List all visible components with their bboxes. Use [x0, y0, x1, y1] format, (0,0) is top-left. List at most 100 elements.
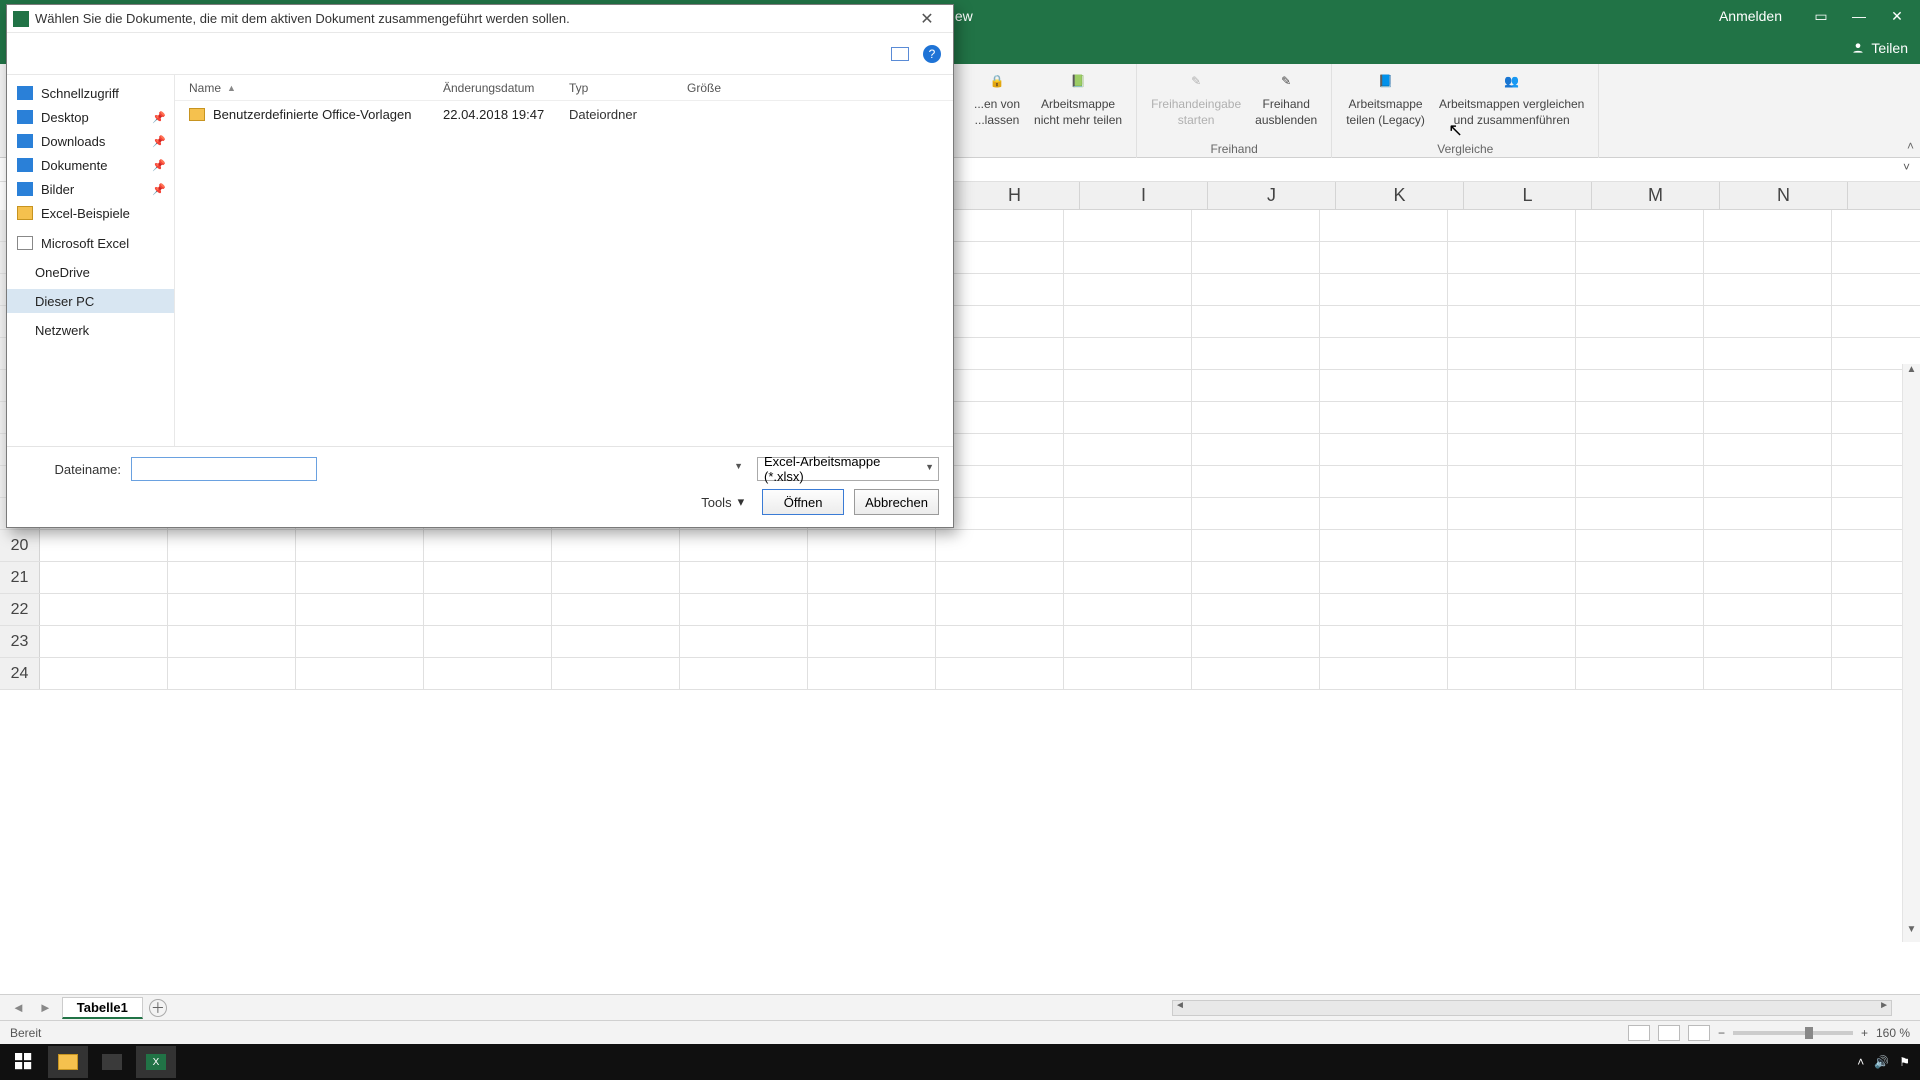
- cell[interactable]: [1192, 658, 1320, 689]
- nav-downloads[interactable]: Downloads 📌: [7, 129, 174, 153]
- cell[interactable]: [1576, 210, 1704, 241]
- cell[interactable]: [1320, 306, 1448, 337]
- tools-dropdown[interactable]: Tools ▾: [701, 494, 744, 510]
- column-header[interactable]: L: [1464, 182, 1592, 209]
- cell[interactable]: [424, 658, 552, 689]
- cell[interactable]: [936, 498, 1064, 529]
- signin-link[interactable]: Anmelden: [1719, 8, 1782, 24]
- tab-nav-next-icon[interactable]: ►: [35, 1000, 56, 1015]
- cell[interactable]: [296, 530, 424, 561]
- cell[interactable]: [1576, 658, 1704, 689]
- cell[interactable]: [1192, 562, 1320, 593]
- cell[interactable]: [1320, 626, 1448, 657]
- cell[interactable]: [296, 626, 424, 657]
- cell[interactable]: [1192, 274, 1320, 305]
- column-header[interactable]: I: [1080, 182, 1208, 209]
- cell[interactable]: [168, 626, 296, 657]
- cell[interactable]: [1192, 466, 1320, 497]
- cell[interactable]: [1576, 594, 1704, 625]
- cell[interactable]: [1448, 210, 1576, 241]
- cell[interactable]: [40, 562, 168, 593]
- cell[interactable]: [1448, 370, 1576, 401]
- cell[interactable]: [1704, 530, 1832, 561]
- cell[interactable]: [1192, 530, 1320, 561]
- view-layout-icon[interactable]: [1658, 1025, 1680, 1041]
- cell[interactable]: [1192, 498, 1320, 529]
- dialog-titlebar[interactable]: Wählen Sie die Dokumente, die mit dem ak…: [7, 5, 953, 33]
- cell[interactable]: [1704, 466, 1832, 497]
- cell[interactable]: [808, 626, 936, 657]
- list-header[interactable]: Name▲ Änderungsdatum Typ Größe: [175, 75, 953, 101]
- nav-network[interactable]: Netzwerk: [7, 319, 174, 341]
- sort-asc-icon[interactable]: ▲: [227, 83, 236, 93]
- taskbar-explorer[interactable]: [48, 1046, 88, 1078]
- cell[interactable]: [1064, 338, 1192, 369]
- cell[interactable]: [808, 658, 936, 689]
- cell[interactable]: [1320, 498, 1448, 529]
- cell[interactable]: [1448, 594, 1576, 625]
- ribbon-btn-share-legacy[interactable]: 📘 Arbeitsmappe teilen (Legacy): [1342, 68, 1429, 128]
- cell[interactable]: [1704, 498, 1832, 529]
- filename-input[interactable]: [131, 457, 317, 481]
- view-options-icon[interactable]: [891, 47, 909, 61]
- cell[interactable]: [936, 242, 1064, 273]
- dialog-file-list[interactable]: Name▲ Änderungsdatum Typ Größe Benutzerd…: [175, 75, 953, 446]
- row-header[interactable]: 23: [0, 626, 40, 657]
- cell[interactable]: [552, 530, 680, 561]
- cell[interactable]: [936, 626, 1064, 657]
- cell[interactable]: [1448, 338, 1576, 369]
- vertical-scrollbar[interactable]: ▲ ▼: [1902, 364, 1920, 942]
- cell[interactable]: [40, 658, 168, 689]
- formula-bar-expand-icon[interactable]: ˅: [1893, 158, 1920, 176]
- cell[interactable]: [1448, 242, 1576, 273]
- system-tray[interactable]: ˄ 🔊 ⚑: [1857, 1055, 1916, 1069]
- cell[interactable]: [1704, 274, 1832, 305]
- cell[interactable]: [1064, 306, 1192, 337]
- cell[interactable]: [40, 594, 168, 625]
- cell[interactable]: [1576, 370, 1704, 401]
- grid-row[interactable]: 23: [0, 626, 1920, 658]
- cell[interactable]: [936, 210, 1064, 241]
- pin-icon[interactable]: 📌: [152, 183, 166, 196]
- taskbar-app[interactable]: [92, 1046, 132, 1078]
- nav-quick-access[interactable]: Schnellzugriff: [7, 81, 174, 105]
- cell[interactable]: [1320, 466, 1448, 497]
- chevron-down-icon[interactable]: ▼: [734, 461, 743, 471]
- grid-row[interactable]: 22: [0, 594, 1920, 626]
- cell[interactable]: [1064, 594, 1192, 625]
- cell[interactable]: [680, 594, 808, 625]
- cell[interactable]: [1064, 434, 1192, 465]
- start-button[interactable]: [4, 1046, 44, 1078]
- dialog-nav-tree[interactable]: Schnellzugriff Desktop 📌 Downloads 📌 Dok…: [7, 75, 175, 446]
- cell[interactable]: [1576, 466, 1704, 497]
- scroll-down-icon[interactable]: ▼: [1903, 924, 1920, 942]
- dialog-close-button[interactable]: ✕: [907, 9, 947, 29]
- cell[interactable]: [1320, 594, 1448, 625]
- cell[interactable]: [1704, 658, 1832, 689]
- cell[interactable]: [1192, 370, 1320, 401]
- cell[interactable]: [1064, 658, 1192, 689]
- cell[interactable]: [424, 562, 552, 593]
- cell[interactable]: [1704, 306, 1832, 337]
- cell[interactable]: [1064, 274, 1192, 305]
- cell[interactable]: [936, 466, 1064, 497]
- cell[interactable]: [1192, 434, 1320, 465]
- cell[interactable]: [1064, 530, 1192, 561]
- cell[interactable]: [424, 530, 552, 561]
- pin-icon[interactable]: 📌: [152, 135, 166, 148]
- nav-desktop[interactable]: Desktop 📌: [7, 105, 174, 129]
- ribbon-btn-unshare[interactable]: 📗 Arbeitsmappe nicht mehr teilen: [1030, 68, 1126, 128]
- nav-examples[interactable]: Excel-Beispiele: [7, 201, 174, 225]
- grid-row[interactable]: 21: [0, 562, 1920, 594]
- cell[interactable]: [1448, 626, 1576, 657]
- nav-pictures[interactable]: Bilder 📌: [7, 177, 174, 201]
- grid-row[interactable]: 24: [0, 658, 1920, 690]
- cell[interactable]: [808, 594, 936, 625]
- cell[interactable]: [936, 338, 1064, 369]
- cell[interactable]: [1064, 562, 1192, 593]
- column-header[interactable]: N: [1720, 182, 1848, 209]
- cell[interactable]: [1320, 274, 1448, 305]
- cell[interactable]: [296, 594, 424, 625]
- cell[interactable]: [1192, 306, 1320, 337]
- cell[interactable]: [936, 306, 1064, 337]
